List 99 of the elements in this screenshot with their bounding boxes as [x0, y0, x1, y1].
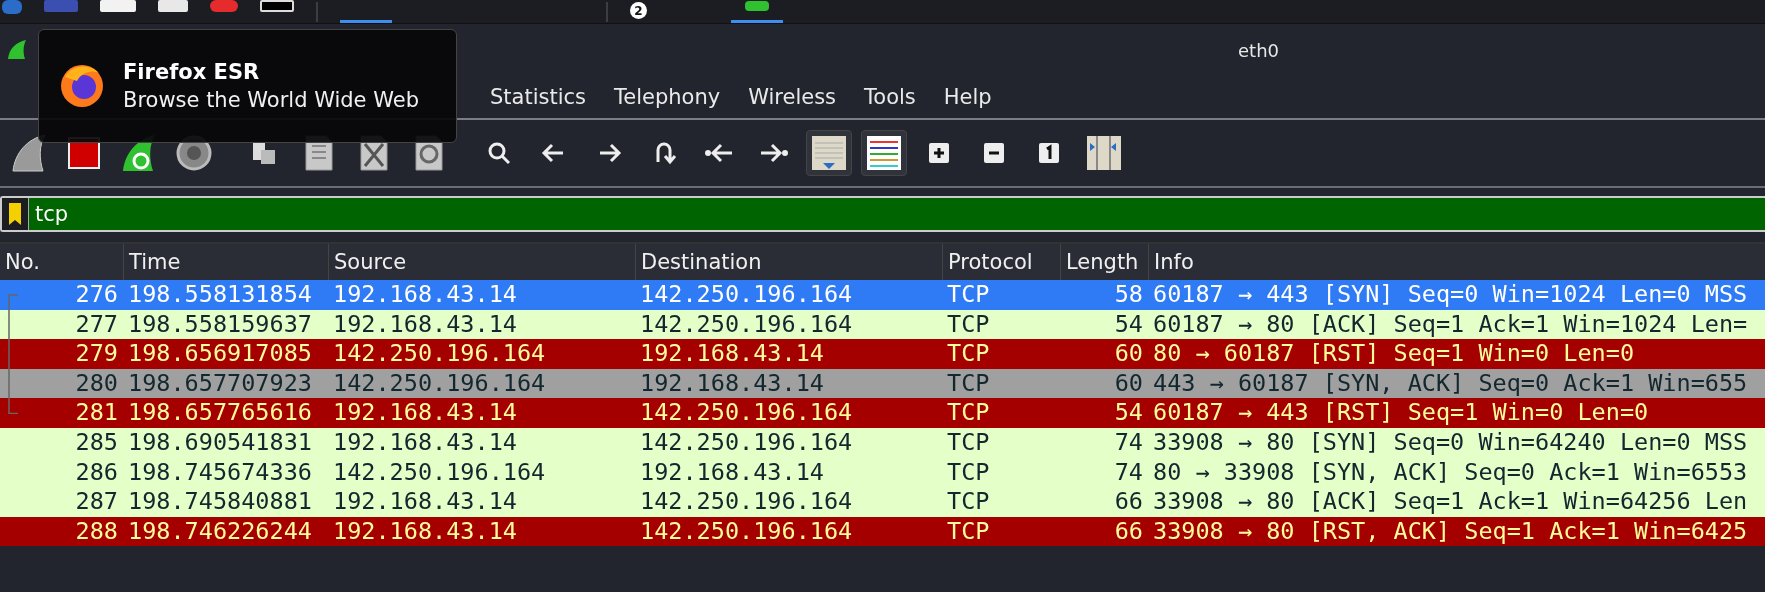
colorize-button[interactable] — [861, 130, 907, 176]
table-cell-text: 192.168.43.14 — [332, 280, 518, 310]
app-logo-icon — [6, 39, 28, 61]
table-cell-text: 287 — [74, 487, 119, 517]
table-cell-text: 198.745840881 — [127, 487, 313, 517]
table-cell-text: 33908 → 80 [RST, ACK] Seq=1 Ack=1 Win=6425 — [1152, 516, 1749, 547]
menu-item[interactable]: Statistics — [490, 85, 586, 109]
table-cell-text: 192.168.43.14 — [639, 368, 825, 399]
packet-row[interactable]: 285 198.690541831 192.168.43.14 142.250.196.164 TCP 74 33908 → 80 [SYN] Seq=0 Win=64240 Len=0 MSS — [0, 427, 1765, 458]
table-cell-text: 192.168.43.14 — [332, 398, 518, 428]
table-cell-text: 33908 → 80 [ACK] Seq=1 Ack=1 Win=64256 Len — [1152, 487, 1749, 517]
colorize-icon — [866, 135, 902, 171]
packet-row[interactable]: 280 198.657707923 142.250.196.164 192.168.43.14 TCP 60 443 → 60187 [SYN, ACK] Seq=0 Ack=1 Win=655 — [0, 368, 1765, 399]
packet-row[interactable]: 286 198.745674336 142.250.196.164 192.168.43.14 TCP 74 80 → 33908 [SYN, ACK] Seq=0 Ack=1 Win=6553 — [0, 457, 1765, 488]
table-cell-text: 198.657707923 — [127, 368, 313, 399]
table-cell-text: 192.168.43.14 — [332, 487, 518, 517]
table-cell-text: TCP — [946, 339, 991, 369]
table-cell-text: 198.746226244 — [127, 516, 313, 547]
window-title: eth0 — [1238, 39, 1279, 61]
packet-row[interactable]: 277 198.558159637 192.168.43.14 142.250.196.164 TCP 54 60187 → 80 [ACK] Seq=1 Ack=1 Win=1024 Len= — [0, 309, 1765, 340]
table-cell-text: 142.250.196.164 — [332, 368, 547, 399]
menu-item[interactable]: Help — [943, 85, 992, 109]
table-cell-text: 192.168.43.14 — [639, 457, 825, 488]
table-cell-text: 279 — [74, 339, 119, 369]
table-cell-text: TCP — [946, 309, 991, 340]
table-cell-text: 192.168.43.14 — [332, 309, 518, 340]
column-header[interactable]: No. — [0, 244, 123, 280]
table-cell-text: 198.657765616 — [127, 398, 313, 428]
table-cell-text: 54 — [1113, 309, 1144, 340]
table-cell-text: 66 — [1113, 516, 1144, 547]
packet-row[interactable]: 288 198.746226244 192.168.43.14 142.250.196.164 TCP 66 33908 → 80 [RST, ACK] Seq=1 Ack=1 Win=6425 — [0, 516, 1765, 547]
table-cell-text: 142.250.196.164 — [639, 427, 854, 458]
table-cell-text: 80 → 60187 [RST] Seq=1 Win=0 Len=0 — [1152, 339, 1636, 369]
table-cell-text: 142.250.196.164 — [639, 309, 854, 340]
bookmark-icon — [8, 202, 22, 226]
window-count-badge: 2 — [630, 2, 647, 19]
table-cell-text: 198.690541831 — [127, 427, 313, 458]
resize-columns-icon — [1086, 135, 1122, 171]
table-cell-text: 74 — [1113, 457, 1144, 488]
table-cell-text: 192.168.43.14 — [639, 339, 825, 369]
table-cell-text: 281 — [74, 398, 119, 428]
table-cell-text: 286 — [74, 457, 119, 488]
table-cell-text: 60187 → 443 [SYN] Seq=0 Win=1024 Len=0 MSS — [1152, 280, 1749, 310]
packet-row[interactable]: 281 198.657765616 192.168.43.14 142.250.196.164 TCP 54 60187 → 443 [RST] Seq=1 Win=0 Len=0 — [0, 398, 1765, 428]
table-cell-text: 60187 → 443 [RST] Seq=1 Win=0 Len=0 — [1152, 398, 1650, 428]
table-cell-text: 276 — [74, 280, 119, 310]
table-cell-text: TCP — [946, 427, 991, 458]
tooltip-description: Browse the World Wide Web — [123, 88, 419, 112]
table-cell-text: 58 — [1113, 280, 1144, 310]
table-cell-text: 60 — [1113, 368, 1144, 399]
display-filter-field[interactable]: tcp — [0, 196, 1765, 232]
browser-icon — [59, 63, 105, 109]
packet-row[interactable]: 287 198.745840881 192.168.43.14 142.250.196.164 TCP 66 33908 → 80 [ACK] Seq=1 Ack=1 Win=64256 Len — [0, 487, 1765, 517]
autoscroll-icon — [811, 135, 847, 171]
table-cell-text: TCP — [946, 516, 991, 547]
table-cell-text: 66 — [1113, 487, 1144, 517]
table-cell-text: 198.558159637 — [127, 309, 313, 340]
table-cell-text: TCP — [946, 457, 991, 488]
menu-item[interactable]: Wireless — [748, 85, 837, 109]
table-cell-text: 443 → 60187 [SYN, ACK] Seq=0 Ack=1 Win=655 — [1152, 368, 1749, 399]
table-cell-text: 288 — [74, 516, 119, 547]
table-cell-text: 74 — [1113, 427, 1144, 458]
app-icon[interactable] — [260, 0, 294, 12]
table-cell-text: 33908 → 80 [SYN] Seq=0 Win=64240 Len=0 MSS — [1152, 427, 1749, 458]
related-packets-bracket-icon — [6, 294, 20, 415]
table-cell-text: 280 — [74, 368, 119, 399]
table-cell-text: 142.250.196.164 — [332, 457, 547, 488]
taskbar-tab[interactable] — [731, 1, 783, 23]
menu-item[interactable]: Telephony — [614, 85, 721, 109]
table-cell-text: 60 — [1113, 339, 1144, 369]
table-cell-text: 192.168.43.14 — [332, 516, 518, 547]
table-cell-text: 142.250.196.164 — [639, 398, 854, 428]
table-cell-text: 142.250.196.164 — [639, 516, 854, 547]
table-cell-text: 80 → 33908 [SYN, ACK] Seq=0 Ack=1 Win=6553 — [1152, 457, 1749, 488]
table-cell-text: 142.250.196.164 — [332, 339, 547, 369]
zoom-in-icon — [928, 142, 950, 164]
table-cell-text: 54 — [1113, 398, 1144, 428]
tooltip-title: Firefox ESR — [123, 60, 261, 84]
table-cell-text: 198.558131854 — [127, 280, 313, 310]
table-cell-text: 142.250.196.164 — [639, 280, 854, 310]
table-cell-text: 285 — [74, 427, 119, 458]
table-cell-text: 60187 → 80 [ACK] Seq=1 Ack=1 Win=1024 Len= — [1152, 309, 1749, 340]
packet-row[interactable]: 279 198.656917085 142.250.196.164 192.168.43.14 TCP 60 80 → 60187 [RST] Seq=1 Win=0 Len=0 — [0, 339, 1765, 369]
normal-size-icon — [1038, 142, 1060, 164]
table-cell-text: TCP — [946, 398, 991, 428]
search-icon — [486, 140, 512, 166]
table-cell-text: TCP — [946, 280, 991, 310]
packet-row[interactable]: 276 198.558131854 192.168.43.14 142.250.196.164 TCP 58 60187 → 443 [SYN] Seq=0 Win=1024 Len=0 MSS — [0, 280, 1765, 310]
table-cell-text: 198.656917085 — [127, 339, 313, 369]
table-cell-text: 142.250.196.164 — [639, 487, 854, 517]
zoom-out-icon — [983, 142, 1005, 164]
table-cell-text: 277 — [74, 309, 119, 340]
autoscroll-button[interactable] — [806, 130, 852, 176]
table-cell-text: TCP — [946, 368, 991, 399]
menu-item[interactable]: Tools — [864, 85, 916, 109]
table-cell-text: TCP — [946, 487, 991, 517]
table-cell-text: 198.745674336 — [127, 457, 313, 488]
table-cell-text: 192.168.43.14 — [332, 427, 518, 458]
shark-fin-icon — [745, 1, 769, 11]
